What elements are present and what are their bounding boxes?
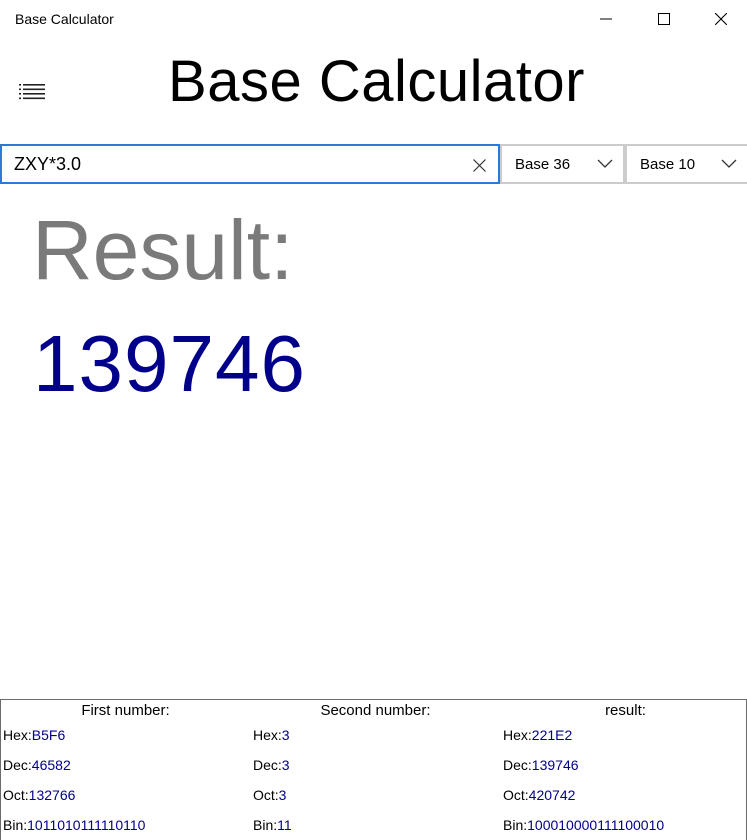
second-dec-row: Dec:3 bbox=[253, 757, 290, 773]
conversion-details-panel: First number: Hex:B5F6 Dec:46582 Oct:132… bbox=[0, 699, 747, 840]
result-oct-row: Oct:420742 bbox=[503, 787, 575, 803]
oct-label: Oct: bbox=[3, 787, 29, 803]
result-heading: result: bbox=[605, 702, 646, 719]
oct-label: Oct: bbox=[253, 787, 279, 803]
first-oct-row: Oct:132766 bbox=[3, 787, 75, 803]
title-bar: Base Calculator bbox=[0, 0, 747, 38]
second-oct-row: Oct:3 bbox=[253, 787, 286, 803]
result-dec-row: Dec:139746 bbox=[503, 757, 579, 773]
close-icon bbox=[715, 13, 727, 25]
first-hex-row: Hex:B5F6 bbox=[3, 727, 65, 743]
from-base-select[interactable]: Base 36 bbox=[500, 144, 625, 184]
page-title: Base Calculator bbox=[168, 49, 585, 114]
bin-label: Bin: bbox=[503, 817, 528, 833]
to-base-value: Base 10 bbox=[640, 155, 696, 173]
chevron-down-icon bbox=[721, 159, 737, 168]
second-number-heading: Second number: bbox=[320, 702, 431, 719]
second-bin-row: Bin:11 bbox=[253, 817, 292, 833]
hex-label: Hex: bbox=[3, 727, 32, 743]
second-number-column: Second number: Hex:3 Dec:3 Oct:3 Bin:11 bbox=[253, 700, 503, 840]
dec-label: Dec: bbox=[3, 757, 32, 773]
result-hex-row: Hex:221E2 bbox=[503, 727, 572, 743]
result-value: 139746 bbox=[33, 319, 306, 408]
oct-label: Oct: bbox=[503, 787, 529, 803]
window-title: Base Calculator bbox=[15, 11, 114, 27]
first-number-heading: First number: bbox=[81, 702, 170, 719]
first-hex-value: B5F6 bbox=[31, 727, 66, 743]
from-base-value: Base 36 bbox=[515, 155, 571, 173]
result-hex-value: 221E2 bbox=[531, 727, 573, 743]
minimize-button[interactable] bbox=[577, 0, 635, 38]
second-oct-value: 3 bbox=[278, 787, 287, 803]
bin-label: Bin: bbox=[253, 817, 278, 833]
result-label: Result: bbox=[32, 203, 294, 297]
close-button[interactable] bbox=[692, 0, 747, 38]
chevron-down-icon bbox=[597, 159, 613, 168]
second-bin-value: 11 bbox=[277, 817, 292, 833]
maximize-button[interactable] bbox=[635, 0, 693, 38]
clear-button[interactable] bbox=[468, 154, 490, 176]
first-dec-value: 46582 bbox=[31, 757, 71, 773]
second-dec-value: 3 bbox=[281, 757, 290, 773]
to-base-select[interactable]: Base 10 bbox=[625, 144, 747, 184]
hex-label: Hex: bbox=[253, 727, 282, 743]
first-bin-value: 1011010111110110 bbox=[27, 817, 146, 833]
result-bin-value: 100010000111100010 bbox=[527, 817, 665, 833]
app-window: Base Calculator Base Calculator Ba bbox=[0, 0, 747, 840]
bin-label: Bin: bbox=[3, 817, 28, 833]
first-number-column: First number: Hex:B5F6 Dec:46582 Oct:132… bbox=[3, 700, 253, 840]
dec-label: Dec: bbox=[503, 757, 532, 773]
maximize-icon bbox=[658, 13, 670, 25]
result-oct-value: 420742 bbox=[528, 787, 576, 803]
first-bin-row: Bin:1011010111110110 bbox=[3, 817, 145, 833]
hex-label: Hex: bbox=[503, 727, 532, 743]
result-dec-value: 139746 bbox=[531, 757, 579, 773]
dec-label: Dec: bbox=[253, 757, 282, 773]
clear-x-icon bbox=[472, 158, 486, 172]
result-column: result: Hex:221E2 Dec:139746 Oct:420742 … bbox=[503, 700, 747, 840]
expression-field[interactable] bbox=[0, 144, 500, 184]
first-dec-row: Dec:46582 bbox=[3, 757, 71, 773]
first-oct-value: 132766 bbox=[28, 787, 76, 803]
second-hex-value: 3 bbox=[281, 727, 290, 743]
second-hex-row: Hex:3 bbox=[253, 727, 290, 743]
expression-input[interactable] bbox=[14, 151, 454, 177]
minimize-icon bbox=[600, 18, 612, 20]
result-bin-row: Bin:100010000111100010 bbox=[503, 817, 664, 833]
